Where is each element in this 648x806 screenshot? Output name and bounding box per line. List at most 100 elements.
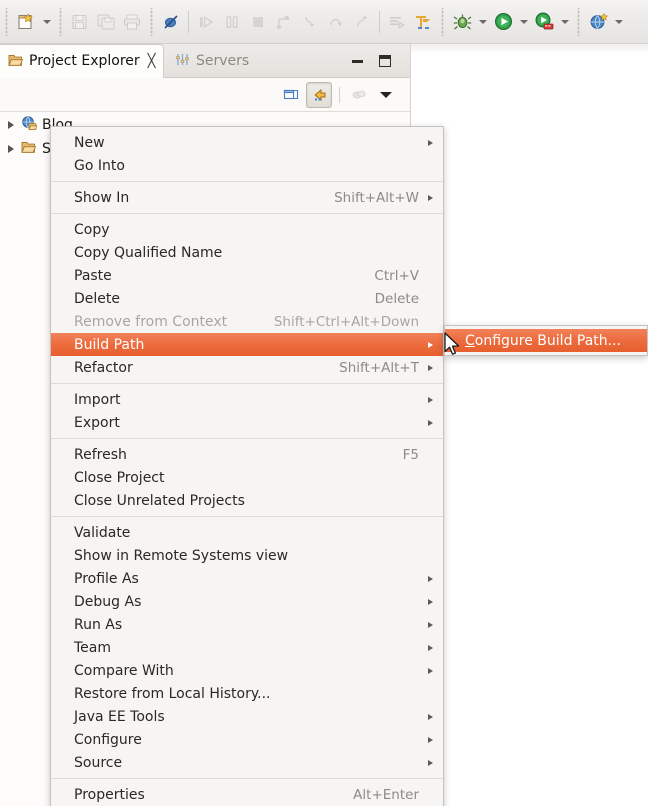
new-wizard-icon[interactable] [13,8,39,36]
menu-item-remove-from-context: Remove from Context Shift+Ctrl+Alt+Down [51,310,443,333]
menu-item-team[interactable]: Team [51,636,443,659]
menu-item-java-ee-tools[interactable]: Java EE Tools [51,705,443,728]
menu-item-delete[interactable]: Delete Delete [51,287,443,310]
new-web-project-dropdown-arrow[interactable] [611,8,626,36]
expand-arrow-icon[interactable] [6,144,16,154]
menu-item-export[interactable]: Export [51,411,443,434]
menu-item-label: Import [74,391,121,408]
menu-item-accelerator: Ctrl+V [374,267,419,284]
view-toolbar-separator [339,86,340,103]
menu-item-label: Restore from Local History... [74,685,271,702]
submenu-arrow-icon [423,621,433,628]
menu-item-source[interactable]: Source [51,751,443,774]
project-explorer-icon [8,52,24,71]
menu-item-configure[interactable]: Configure [51,728,443,751]
menu-item-close-unrelated-projects[interactable]: Close Unrelated Projects [51,489,443,512]
project-context-menu[interactable]: New Go Into Show In Shift+Alt+W Copy Copy Qua… [50,126,444,806]
menu-item-accelerator: Shift+Alt+W [334,189,419,206]
toolbar-grip-web[interactable] [575,7,583,36]
tab-label: Servers [196,53,250,69]
menu-item-label: Paste [74,267,112,284]
focus-task-icon [347,83,371,107]
menu-item-label: Configure [74,731,142,748]
submenu-arrow-icon [423,139,433,146]
menu-item-build-path[interactable]: Build Path [51,333,443,356]
menu-item-import[interactable]: Import [51,388,443,411]
menu-item-close-project[interactable]: Close Project [51,466,443,489]
disconnect-icon [271,8,297,36]
new-wizard-dropdown-arrow[interactable] [39,8,54,36]
menu-item-compare-with[interactable]: Compare With [51,659,443,682]
debug-dropdown-arrow[interactable] [475,8,490,36]
menu-item-accelerator: Shift+Ctrl+Alt+Down [273,313,419,330]
menu-item-label: Remove from Context [74,313,228,330]
toggle-breakpoint-icon[interactable] [158,8,184,36]
menu-item-copy-qualified-name[interactable]: Copy Qualified Name [51,241,443,264]
collapse-all-icon[interactable] [279,83,303,107]
eclipse-workbench-window: Project Explorer ╳ Servers Blog New Go I… [0,0,648,806]
submenu-arrow-icon [423,341,433,348]
editor-canvas[interactable] [412,52,648,806]
submenu-arrow-icon [423,364,433,371]
menu-item-label: Show in Remote Systems view [74,547,289,564]
open-type-icon[interactable] [410,8,436,36]
menu-item-label: Delete [74,290,120,307]
menu-item-label: Go Into [74,157,125,174]
menu-item-accelerator: Delete [374,290,419,307]
debug-icon[interactable] [449,8,475,36]
menu-item-show-in[interactable]: Show In Shift+Alt+W [51,186,443,209]
save-all-icon [93,8,119,36]
print-icon [119,8,145,36]
view-minimize-button[interactable] [348,52,366,70]
resume-icon [193,8,219,36]
menu-separator [51,181,443,182]
view-maximize-button[interactable] [376,52,394,70]
close-icon[interactable]: ╳ [148,54,156,69]
toolbar-separator-2 [379,10,380,33]
view-menu-icon[interactable] [374,83,398,107]
menu-item-copy[interactable]: Copy [51,218,443,241]
menu-item-label: Export [74,414,120,431]
menu-item-label: Build Path [74,336,145,353]
menu-item-configure-build-path[interactable]: Configure Build Path... [445,329,647,352]
expand-arrow-icon[interactable] [6,120,16,130]
run-icon[interactable] [490,8,516,36]
run-dropdown-arrow[interactable] [516,8,531,36]
toolbar-grip-run[interactable] [148,7,156,36]
menu-item-profile-as[interactable]: Profile As [51,567,443,590]
menu-item-run-as[interactable]: Run As [51,613,443,636]
step-into-icon [297,8,323,36]
menu-item-label: Copy Qualified Name [74,244,223,261]
run-server-icon[interactable] [531,8,557,36]
servers-icon [175,52,190,71]
run-server-dropdown-arrow[interactable] [557,8,572,36]
tab-servers[interactable]: Servers [167,44,257,78]
menu-item-label: Close Project [74,469,165,486]
menu-item-refresh[interactable]: Refresh F5 [51,443,443,466]
menu-item-label: Copy [74,221,110,238]
toolbar-grip-launch[interactable] [439,7,447,36]
menu-item-label: Java EE Tools [74,708,165,725]
menu-item-paste[interactable]: Paste Ctrl+V [51,264,443,287]
folder-icon [21,139,37,159]
menu-separator [51,383,443,384]
menu-item-label: New [74,134,105,151]
maximize-icon [379,55,391,67]
next-annotation-icon [384,8,410,36]
toolbar-grip[interactable] [3,7,11,36]
tab-project-explorer[interactable]: Project Explorer ╳ [0,44,165,78]
menu-item-go-into[interactable]: Go Into [51,154,443,177]
submenu-arrow-icon [423,575,433,582]
toolbar-grip-file[interactable] [57,7,65,36]
view-tab-row: Project Explorer ╳ Servers [0,44,410,78]
menu-item-debug-as[interactable]: Debug As [51,590,443,613]
menu-item-properties[interactable]: Properties Alt+Enter [51,783,443,806]
menu-item-refactor[interactable]: Refactor Shift+Alt+T [51,356,443,379]
link-with-editor-icon[interactable] [306,81,332,108]
build-path-submenu[interactable]: Configure Build Path... [444,325,648,356]
menu-item-new[interactable]: New [51,131,443,154]
menu-item-validate[interactable]: Validate [51,521,443,544]
new-web-project-icon[interactable] [585,8,611,36]
menu-item-show-in-remote-systems-view[interactable]: Show in Remote Systems view [51,544,443,567]
menu-item-restore-from-local-history[interactable]: Restore from Local History... [51,682,443,705]
